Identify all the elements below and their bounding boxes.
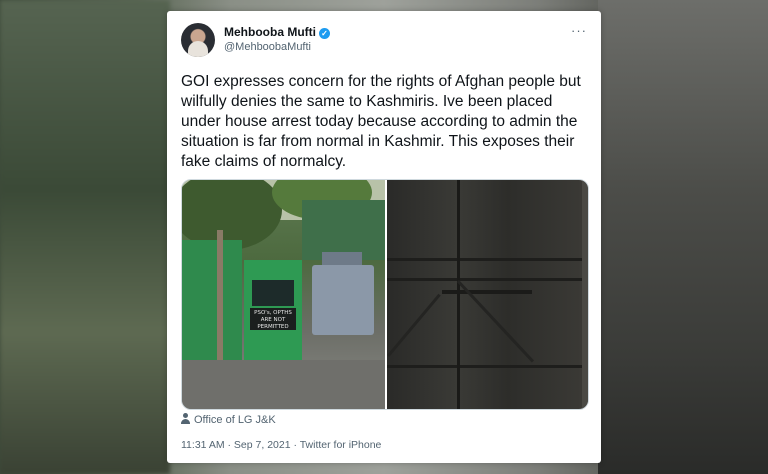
- author-name[interactable]: Mehbooba Mufti ✓: [224, 25, 330, 39]
- photo-vehicle: [312, 265, 374, 335]
- tweet-timestamp[interactable]: 11:31 AM · Sep 7, 2021 · Twitter for iPh…: [181, 439, 381, 451]
- gate-bar: [387, 278, 588, 281]
- more-options-icon[interactable]: ···: [571, 23, 587, 38]
- gate-frame: [582, 180, 588, 409]
- gate-bar: [387, 258, 588, 261]
- photo-closed-gate[interactable]: [387, 180, 588, 409]
- avatar-detail: [188, 41, 208, 57]
- photo-pole: [217, 230, 223, 360]
- photo-wall: [182, 240, 242, 360]
- gate-brace: [387, 293, 441, 357]
- photo-building: [302, 200, 385, 260]
- background-right: [598, 0, 768, 474]
- author-name-text[interactable]: Mehbooba Mufti: [224, 25, 316, 39]
- photo-booth-sign: PSO's, OPTHS ARE NOT PERMITTED: [250, 308, 296, 330]
- person-icon: [181, 413, 190, 424]
- gate-seam: [457, 180, 460, 409]
- gate-bar: [387, 365, 588, 368]
- gate-latch: [442, 290, 532, 294]
- photo-credit[interactable]: Office of LG J&K: [181, 413, 276, 426]
- tweet-text: GOI expresses concern for the rights of …: [181, 73, 581, 170]
- booth-sign-text: PSO's, OPTHS ARE NOT PERMITTED: [254, 310, 292, 330]
- photo-grid[interactable]: PSO's, OPTHS ARE NOT PERMITTED: [181, 179, 589, 410]
- photo-booth-window: [252, 280, 294, 306]
- avatar[interactable]: [181, 23, 215, 57]
- verified-icon: ✓: [318, 28, 330, 39]
- tweet-card: Mehbooba Mufti ✓ @MehboobaMufti ··· GOI e…: [167, 11, 601, 463]
- photo-credit-text[interactable]: Office of LG J&K: [194, 414, 276, 426]
- photo-security-booth[interactable]: PSO's, OPTHS ARE NOT PERMITTED: [182, 180, 385, 409]
- background-left: [0, 0, 170, 474]
- author-handle[interactable]: @MehboobaMufti: [224, 41, 311, 53]
- photo-road: [182, 360, 385, 409]
